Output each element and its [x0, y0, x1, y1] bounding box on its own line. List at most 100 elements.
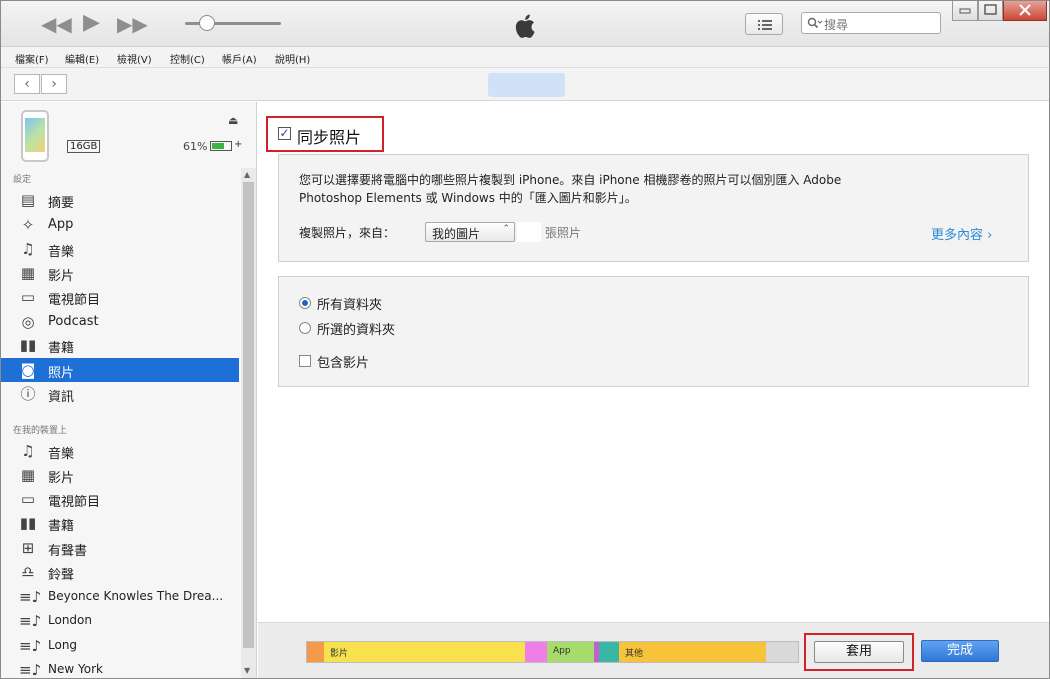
sidebar-item-label: New York	[48, 662, 103, 676]
copy-from-select[interactable]: 我的圖片 ⌃	[425, 222, 515, 242]
scroll-up-icon[interactable]: ▲	[244, 170, 250, 179]
copy-from-label: 複製照片，來自：	[299, 226, 396, 240]
close-button[interactable]	[1003, 1, 1047, 21]
menu-edit[interactable]: 編輯(E)	[65, 51, 99, 66]
sync-photos-label[interactable]: 同步照片	[297, 124, 361, 148]
photo-count	[517, 222, 541, 242]
sidebar-item-playlist[interactable]: ≡♪ New York	[1, 658, 239, 679]
tv-icon: ▭	[20, 490, 36, 508]
sidebar-item-label: 電視節目	[48, 293, 101, 308]
photo-source-panel: 您可以選擇要將電腦中的哪些照片複製到 iPhone。來自 iPhone 相機膠卷…	[278, 154, 1029, 262]
sidebar-item-podcast[interactable]: ◎ Podcast	[1, 310, 239, 334]
main-content: ✓ 同步照片 您可以選擇要將電腦中的哪些照片複製到 iPhone。來自 iPho…	[258, 102, 1049, 678]
music-icon: ♫	[21, 240, 35, 258]
capacity-segment-label: App	[553, 646, 571, 656]
playlist-icon: ≡♪	[19, 588, 42, 606]
back-button[interactable]: ‹	[14, 74, 40, 94]
sidebar-item-playlist[interactable]: ≡♪ London	[1, 609, 239, 633]
updown-arrow-icon: ⌃	[502, 224, 510, 234]
minimize-button[interactable]	[952, 1, 978, 21]
volume-slider-knob[interactable]	[199, 15, 215, 31]
sidebar-item-label: Podcast	[48, 314, 99, 329]
description-line-1: 您可以選擇要將電腦中的哪些照片複製到 iPhone。來自 iPhone 相機膠卷…	[299, 173, 842, 187]
search-placeholder: 搜尋	[824, 18, 849, 32]
capacity-bar[interactable]: 影片 App 其他	[306, 641, 799, 663]
nav-bar: ‹ ›	[1, 68, 1049, 101]
all-folders-label[interactable]: 所有資料夾	[317, 294, 382, 313]
bell-icon: ♎	[21, 563, 35, 581]
audiobook-icon: ⊞	[21, 539, 35, 557]
sidebar-item-movies[interactable]: ▦ 影片	[1, 261, 239, 285]
sidebar-item-device-tones[interactable]: ♎ 鈴聲	[1, 560, 239, 584]
bottom-bar: 影片 App 其他 套用 完成	[258, 622, 1049, 678]
menu-help[interactable]: 說明(H)	[275, 51, 310, 66]
fast-forward-icon[interactable]: ▶▶	[117, 14, 148, 34]
sidebar-item-photos[interactable]: ◙ 照片	[1, 358, 239, 382]
selected-folders-radio[interactable]	[299, 322, 311, 334]
sidebar-item-summary[interactable]: ▤ 摘要	[1, 188, 239, 212]
include-videos-label[interactable]: 包含影片	[317, 352, 369, 371]
more-info-link[interactable]: 更多內容 ›	[931, 224, 992, 243]
menu-account[interactable]: 帳戶(A)	[222, 51, 257, 66]
playlist-icon: ≡♪	[19, 661, 42, 679]
sidebar-item-label: 照片	[48, 366, 75, 381]
capacity-segment-label: 其他	[625, 649, 644, 659]
capacity-segment-label: 影片	[330, 649, 349, 659]
eject-icon[interactable]: ⏏	[228, 114, 238, 127]
playlist-icon: ≡♪	[19, 612, 42, 630]
sidebar-item-books[interactable]: ▮▮ 書籍	[1, 333, 239, 357]
device-button[interactable]	[488, 73, 565, 97]
all-folders-radio[interactable]	[299, 297, 311, 309]
sidebar-item-device-movies[interactable]: ▦ 影片	[1, 463, 239, 487]
capacity-segment[interactable]	[525, 642, 547, 662]
capacity-segment[interactable]	[599, 642, 619, 662]
sidebar-item-label: App	[48, 217, 74, 232]
sidebar-item-label: 摘要	[48, 196, 75, 211]
capacity-segment[interactable]	[307, 642, 324, 662]
chevron-right-icon: ›	[51, 76, 57, 92]
capacity-segment[interactable]: App	[547, 642, 594, 662]
sidebar-item-playlist[interactable]: ≡♪ Beyonce Knowles The Drea...	[1, 585, 239, 609]
play-icon[interactable]: ▶	[83, 12, 100, 34]
scroll-down-icon[interactable]: ▼	[244, 666, 250, 675]
forward-button[interactable]: ›	[41, 74, 67, 94]
capacity-segment[interactable]	[766, 642, 798, 662]
list-view-button[interactable]	[745, 13, 783, 35]
maximize-button[interactable]	[978, 1, 1003, 21]
sidebar-item-music[interactable]: ♫ 音樂	[1, 237, 239, 261]
battery-icon	[210, 141, 232, 151]
sidebar: 16GB 61% + ⏏ 設定 ▤ 摘要 ✧ App ♫ 音樂 ▦ 影片 ▭ 電…	[1, 102, 257, 679]
menu-file[interactable]: 檔案(F)	[15, 51, 49, 66]
capacity-segment[interactable]: 影片	[324, 642, 525, 662]
sync-photos-checkbox[interactable]: ✓	[278, 127, 291, 140]
folder-options-panel: 所有資料夾 所選的資料夾 包含影片	[278, 276, 1029, 387]
menu-controls[interactable]: 控制(C)	[170, 51, 205, 66]
sidebar-item-device-audiobooks[interactable]: ⊞ 有聲書	[1, 536, 239, 560]
done-button[interactable]: 完成	[921, 640, 999, 662]
rewind-icon[interactable]: ◀◀	[41, 14, 72, 34]
sidebar-scrollbar[interactable]: ▲ ▼	[241, 168, 256, 678]
sidebar-item-app[interactable]: ✧ App	[1, 213, 239, 237]
scrollbar-thumb[interactable]	[243, 182, 254, 648]
sidebar-item-playlist[interactable]: ≡♪ Long	[1, 634, 239, 658]
sidebar-item-label: Beyonce Knowles The Drea...	[48, 589, 224, 603]
sidebar-item-device-books[interactable]: ▮▮ 書籍	[1, 511, 239, 535]
podcast-icon: ◎	[21, 313, 35, 331]
sidebar-item-device-tv[interactable]: ▭ 電視節目	[1, 487, 239, 511]
film-icon: ▦	[20, 466, 36, 484]
selected-folders-label[interactable]: 所選的資料夾	[317, 319, 395, 338]
capacity-segment[interactable]: 其他	[619, 642, 766, 662]
include-videos-checkbox[interactable]	[299, 355, 311, 367]
sidebar-item-device-music[interactable]: ♫ 音樂	[1, 439, 239, 463]
menu-view[interactable]: 檢視(V)	[117, 51, 152, 66]
minimize-icon	[959, 8, 971, 14]
list-icon	[758, 20, 772, 30]
search-input[interactable]: 搜尋	[801, 12, 941, 34]
sidebar-item-info[interactable]: ⓘ 資訊	[1, 382, 239, 406]
sidebar-item-tv[interactable]: ▭ 電視節目	[1, 285, 239, 309]
title-bar: ◀◀ ▶ ▶▶ 搜尋	[1, 1, 1049, 47]
sidebar-item-label: Long	[48, 638, 78, 652]
apply-button[interactable]: 套用	[814, 641, 904, 663]
sidebar-item-label: 電視節目	[48, 495, 101, 510]
close-icon	[1019, 4, 1031, 16]
